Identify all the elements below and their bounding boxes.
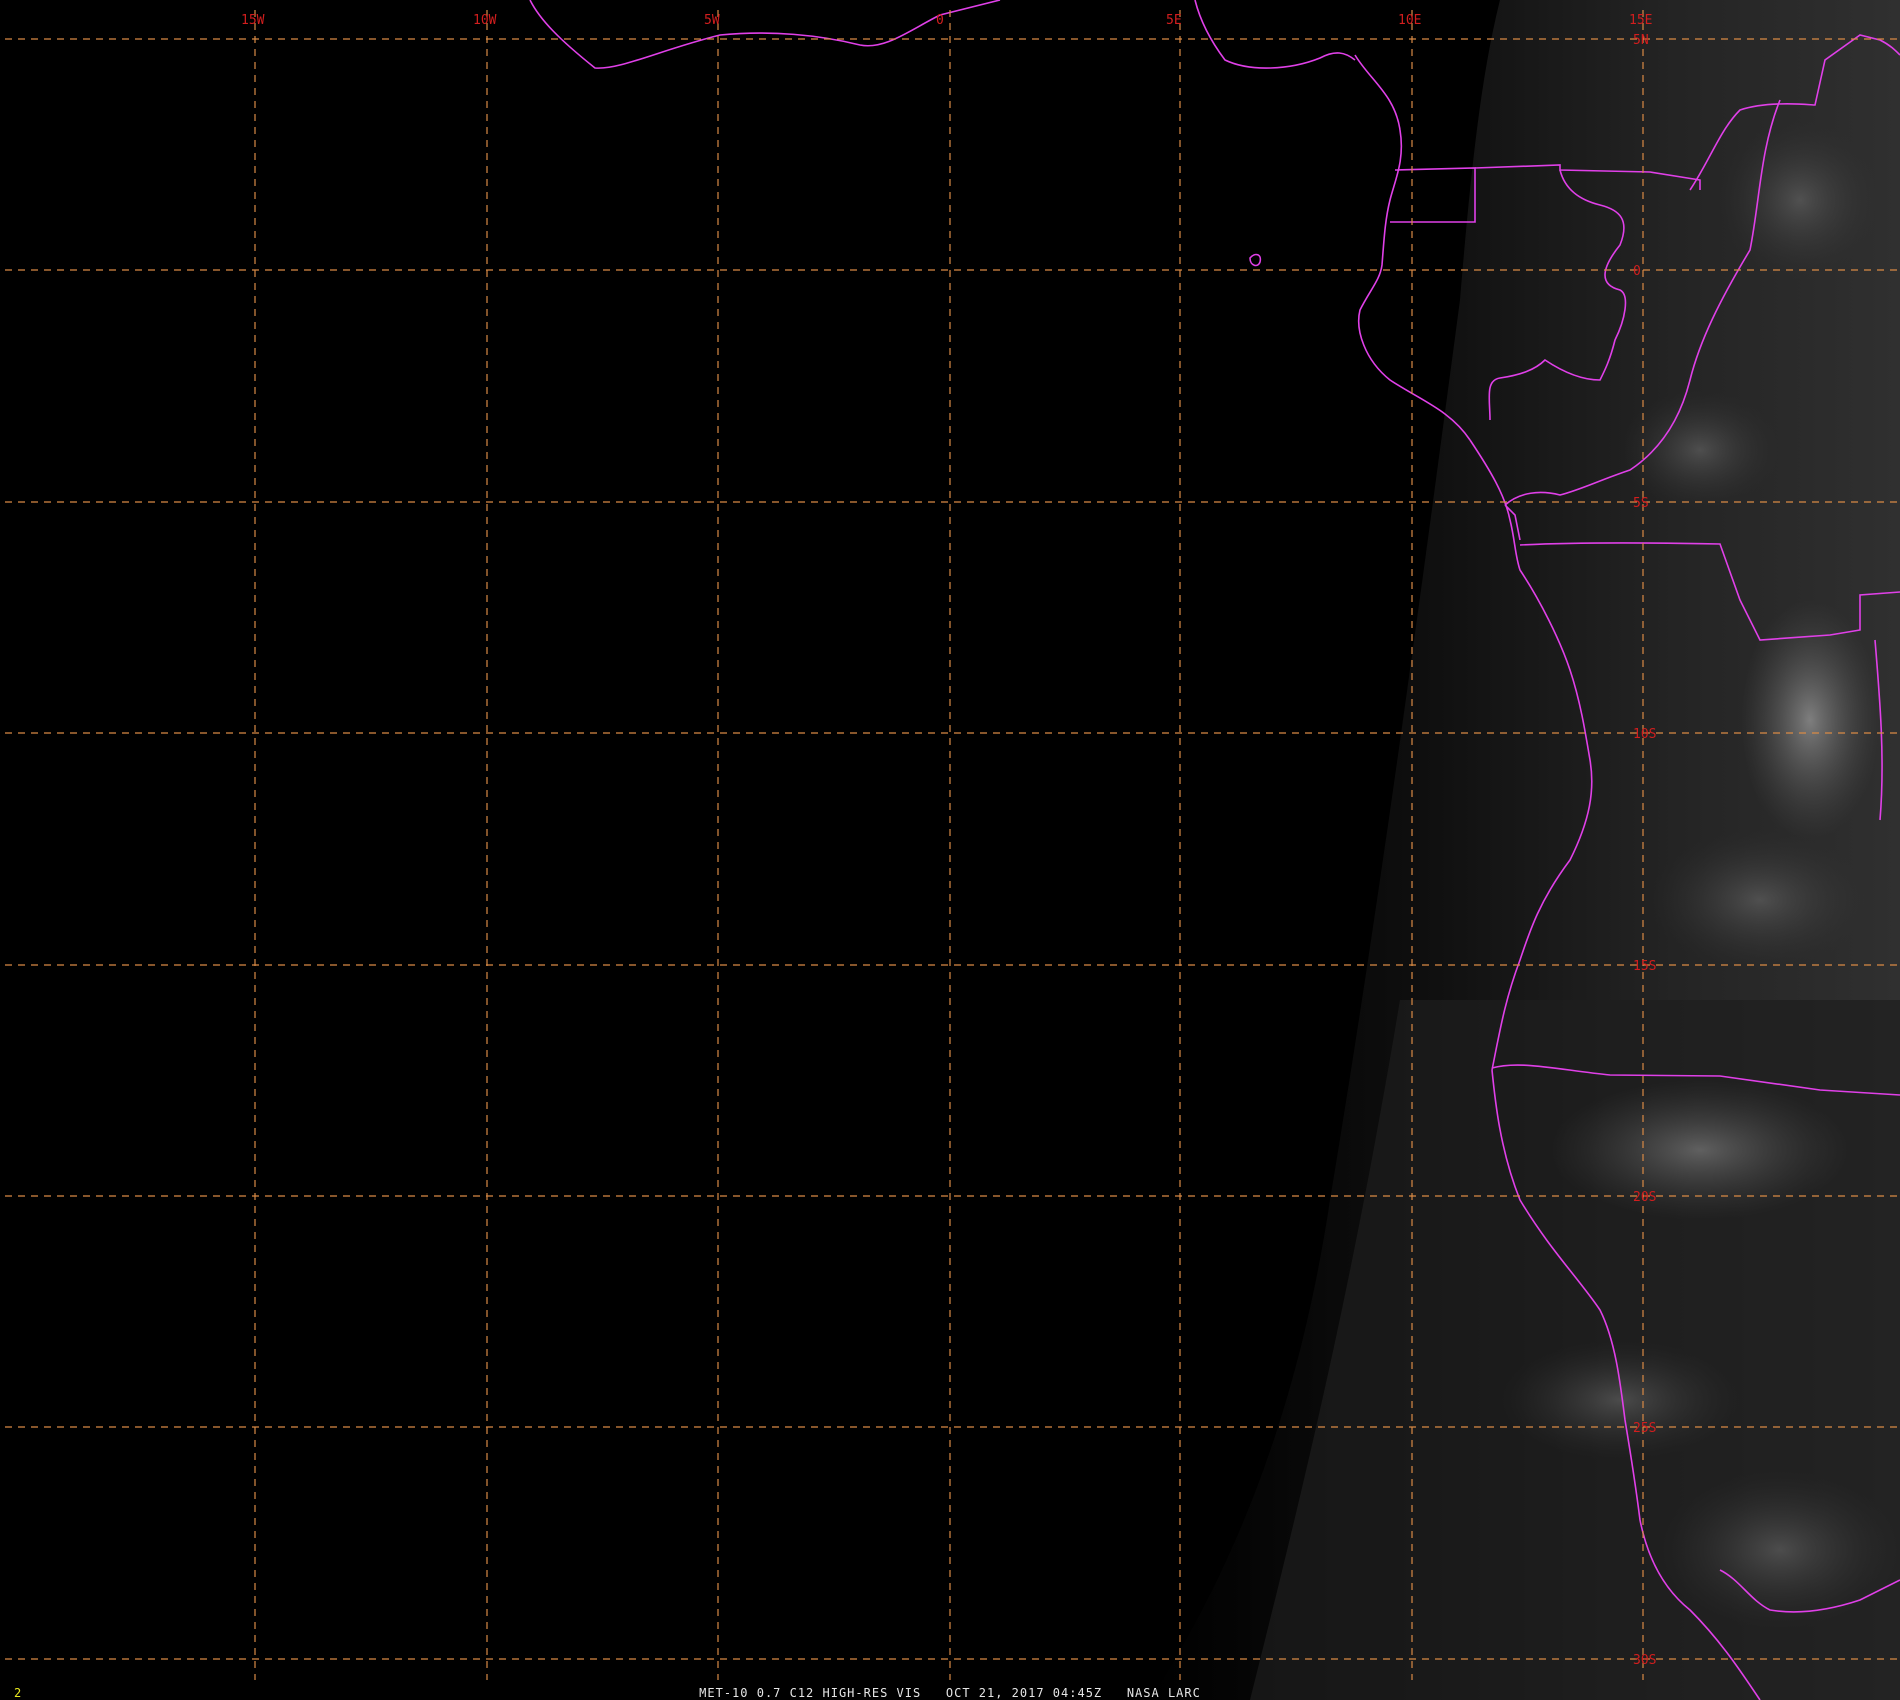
border-gabon-north (1390, 167, 1476, 223)
lon-label-0: 0 (936, 13, 944, 28)
lat-label-20s: 20S (1633, 1190, 1656, 1205)
lat-label-10s: 10S (1633, 727, 1656, 742)
image-caption: MET-10 0.7 C12 HIGH-RES VIS OCT 21, 2017… (699, 1686, 1201, 1700)
lon-label-15e: 15E (1629, 13, 1652, 28)
lat-label-5n: 5N (1633, 33, 1649, 48)
lat-label-15s: 15S (1633, 959, 1656, 974)
status-bar: 2 MET-10 0.7 C12 HIGH-RES VIS OCT 21, 20… (0, 1686, 1900, 1700)
lat-label-30s: 30S (1633, 1653, 1656, 1668)
lon-label-5w: 5W (704, 13, 720, 28)
lon-label-10e: 10E (1398, 13, 1421, 28)
coastline-west-africa (529, 0, 1001, 69)
coastline-nigeria (1194, 0, 1356, 69)
satellite-map: 15W 10W 5W 0 5E 10E 15E 5N 0 5S 10S 15S 20S 25S 30S (5, 0, 1900, 1700)
lon-label-10w: 10W (473, 13, 497, 28)
lon-label-15w: 15W (241, 13, 265, 28)
satellite-imagery (1150, 0, 1900, 1700)
lat-label-0: 0 (1633, 264, 1641, 279)
lat-label-5s: 5S (1633, 496, 1649, 511)
lat-label-25s: 25S (1633, 1421, 1656, 1436)
bioko-island (1249, 253, 1262, 267)
lon-label-5e: 5E (1166, 13, 1182, 28)
